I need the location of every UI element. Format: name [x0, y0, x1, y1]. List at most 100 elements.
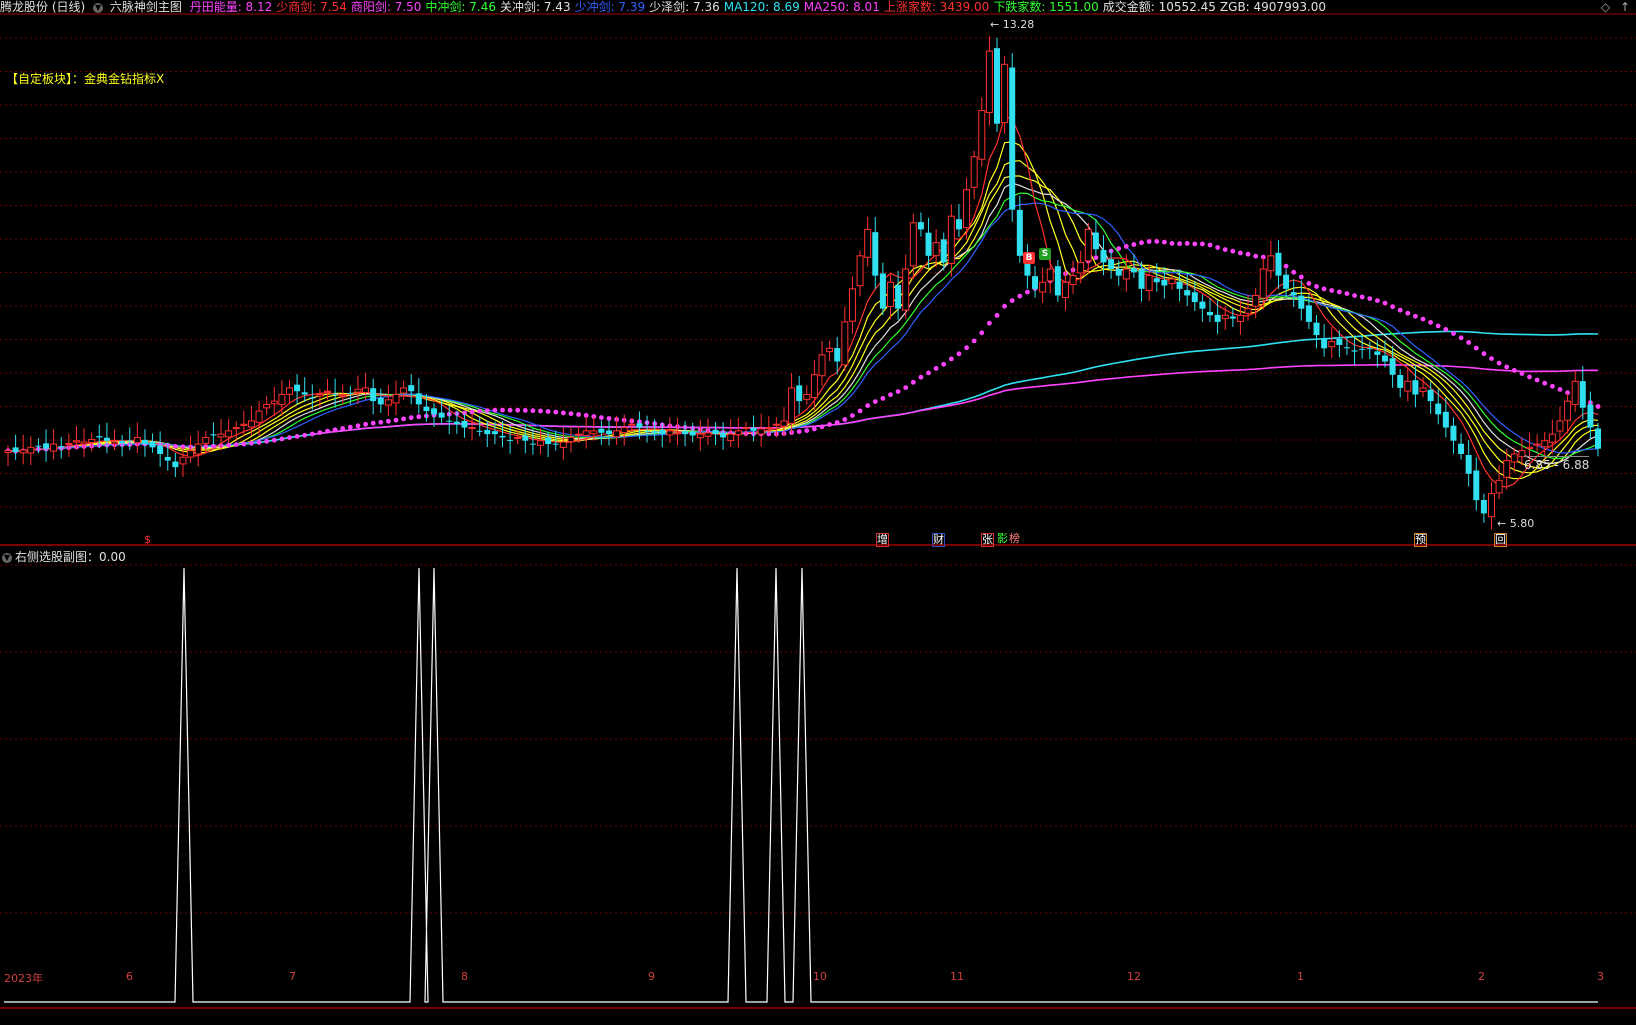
sub-panel-title: 右侧选股副图：0.00: [15, 550, 126, 564]
candle: [1389, 346, 1396, 388]
candle: [4, 445, 12, 466]
candle: [43, 429, 50, 462]
candle: [377, 388, 384, 413]
candle: [1412, 365, 1419, 408]
candle: [301, 377, 308, 402]
time-axis-label: 2023年: [4, 972, 43, 985]
candle: [1533, 434, 1541, 452]
candle: [879, 262, 886, 316]
candle: [1084, 222, 1092, 274]
up-arrow-icon[interactable]: ↑: [1620, 0, 1630, 14]
time-axis-label: 9: [648, 970, 655, 983]
candle: [970, 150, 978, 200]
candle: [1001, 56, 1009, 134]
candle: [408, 374, 415, 405]
candle: [1069, 260, 1077, 294]
candle: [1283, 269, 1290, 297]
candle: [1290, 279, 1297, 308]
event-mark-bang[interactable]: 榜: [1009, 533, 1020, 545]
sell-signal-badge: S: [1039, 248, 1051, 260]
corner-icons[interactable]: ◇ ↑: [1601, 0, 1630, 14]
candle: [1487, 481, 1495, 530]
candle: [384, 385, 392, 417]
indicator-name[interactable]: 六脉神剑主图: [110, 0, 182, 14]
candle: [606, 420, 613, 446]
candle: [50, 429, 58, 460]
event-mark-dollar[interactable]: $: [144, 534, 151, 546]
candle: [149, 433, 156, 453]
candle: [818, 340, 826, 386]
candle: [247, 406, 255, 436]
high-price-label: ← 13.28: [990, 18, 1035, 31]
event-mark-ying[interactable]: 影: [997, 533, 1008, 545]
dropdown-circle-icon[interactable]: ▼: [93, 2, 104, 13]
candle: [1366, 341, 1373, 360]
candle: [1214, 300, 1221, 335]
candle: [796, 375, 803, 414]
candle: [1176, 269, 1183, 302]
candle: [1122, 254, 1130, 292]
candle: [864, 216, 872, 267]
candle: [362, 373, 370, 400]
candle: [1336, 330, 1343, 358]
indicator-value: 少商剑: 7.54: [276, 0, 347, 14]
candle: [392, 380, 400, 416]
candle: [1313, 314, 1320, 349]
time-axis-label: 7: [289, 970, 296, 983]
candle: [848, 276, 856, 334]
time-axis-label: 3: [1597, 970, 1604, 983]
candle: [400, 380, 408, 400]
indicator-value: 成交金额: 10552.45: [1102, 0, 1216, 14]
event-mark-yu[interactable]: 预: [1414, 533, 1427, 547]
indicator-value: 少冲剑: 7.39: [574, 0, 646, 14]
event-mark-cai[interactable]: 财: [932, 533, 945, 547]
candle: [1328, 327, 1336, 358]
candle: [1298, 280, 1305, 321]
candle: [27, 436, 35, 465]
candle: [696, 419, 704, 451]
indicator-value: 丹田能量: 8.12: [189, 0, 273, 14]
diamond-icon[interactable]: ◇: [1601, 0, 1610, 14]
candle: [895, 270, 902, 320]
candlesticks: [4, 36, 1601, 530]
dropdown-circle-icon[interactable]: ▼: [2, 552, 12, 563]
candle: [415, 378, 422, 414]
candle: [1548, 419, 1556, 454]
time-axis-label: 1: [1297, 970, 1304, 983]
event-mark-zhang[interactable]: 张: [981, 533, 994, 547]
event-mark-hui[interactable]: 回: [1494, 533, 1507, 547]
candle: [682, 421, 689, 447]
candle: [285, 379, 293, 403]
candle: [620, 414, 628, 446]
candle: [841, 306, 849, 371]
time-axis-label: 8: [461, 970, 468, 983]
indicator-value: 少泽剑: 7.36: [649, 0, 720, 14]
candle: [1092, 219, 1099, 255]
stock-chart[interactable]: [0, 0, 1636, 1025]
candle: [1032, 265, 1039, 298]
time-axis-label: 10: [813, 970, 827, 983]
candle: [157, 431, 164, 467]
signal-spikes-line: [4, 567, 1598, 1003]
candle: [902, 254, 910, 319]
candle: [1579, 366, 1586, 420]
time-axis-label: 12: [1127, 970, 1141, 983]
stock-title[interactable]: 腾龙股份 (日线): [0, 0, 85, 14]
indicator-value: ZGB: 4907993.00: [1219, 0, 1327, 14]
candle: [955, 204, 962, 238]
candle: [567, 426, 575, 453]
candle: [917, 212, 924, 237]
candle: [210, 422, 217, 445]
candle: [1221, 305, 1229, 330]
candle: [1009, 53, 1016, 222]
candle: [985, 36, 993, 126]
event-mark-zeng[interactable]: 增: [876, 533, 889, 547]
candle: [1229, 307, 1236, 327]
sub-panel-header[interactable]: ▼ 右侧选股副图：0.00: [2, 548, 126, 565]
candle: [1267, 240, 1275, 279]
candle: [1024, 244, 1031, 289]
candle: [1571, 370, 1579, 412]
indicator-value: 关冲剑: 7.43: [500, 0, 571, 14]
indicator-value: MA120: 8.69: [723, 0, 800, 14]
candle: [1321, 324, 1328, 357]
